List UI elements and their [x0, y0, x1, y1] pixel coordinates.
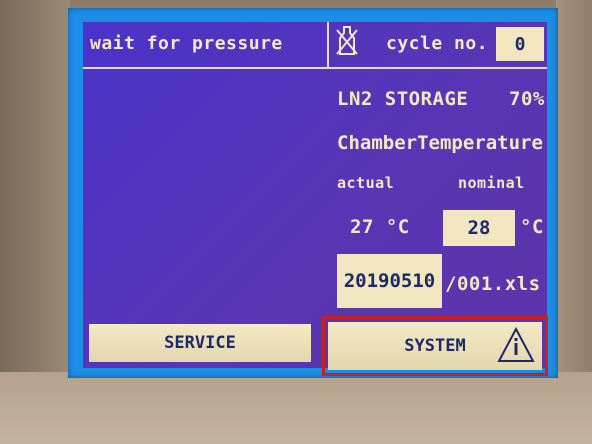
no-bottle-icon: [334, 24, 360, 58]
service-button-label: SERVICE: [164, 333, 236, 353]
cycle-label: cycle no.: [386, 33, 489, 54]
system-button-highlight: [322, 316, 548, 376]
chamber-temperature-title: ChamberTemperature: [337, 132, 543, 154]
header-divider: [83, 67, 547, 69]
nominal-temperature-input[interactable]: 28: [443, 210, 515, 246]
ln2-storage-label: LN2 STORAGE: [337, 88, 469, 110]
actual-temperature-value: 27 °C: [350, 216, 410, 238]
actual-label: actual: [337, 174, 395, 192]
status-text: wait for pressure: [90, 33, 283, 54]
file-date-button[interactable]: 20190510: [337, 254, 442, 308]
header-vertical-divider: [327, 22, 329, 67]
cycle-value: 0: [496, 27, 544, 61]
nominal-label: nominal: [458, 174, 525, 192]
nominal-temperature-unit: °C: [520, 216, 544, 238]
service-button[interactable]: SERVICE: [89, 324, 311, 362]
ln2-storage-percent: 70%: [509, 88, 545, 110]
file-suffix: /001.xls: [445, 273, 541, 295]
device-bezel-bottom: [0, 372, 592, 444]
